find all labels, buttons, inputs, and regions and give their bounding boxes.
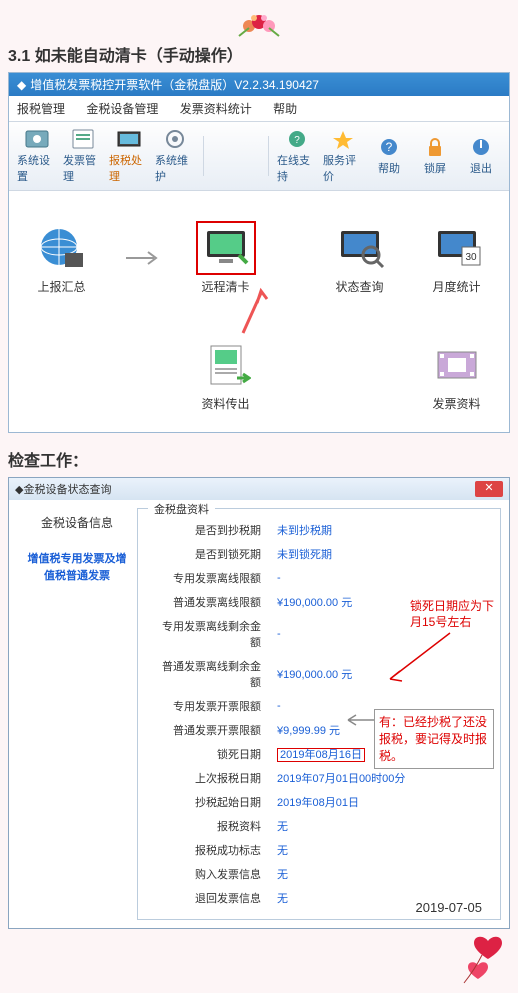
red-arrow-annotation	[13, 285, 505, 335]
callout-annotation: 有：已经抄税了还没报税，要记得及时报税。	[374, 709, 494, 769]
info-row: 是否到抄税期未到抄税期	[150, 519, 409, 541]
info-label: 是否到锁死期	[150, 543, 265, 565]
svg-text:?: ?	[386, 140, 393, 154]
system-maint-button[interactable]: 系统维护	[153, 126, 197, 186]
info-value: 无	[267, 863, 409, 885]
info-label: 报税资料	[150, 815, 265, 837]
info-value: ¥190,000.00 元	[267, 591, 409, 613]
status-query-item[interactable]: 状态查询	[315, 221, 405, 295]
info-row: 抄税起始日期2019年08月01日	[150, 791, 409, 813]
info-row: 是否到锁死期未到锁死期	[150, 543, 409, 565]
device-info-heading: 金税设备信息	[23, 514, 131, 531]
info-label: 上次报税日期	[150, 767, 265, 789]
monitor-clear-icon	[201, 225, 251, 271]
content-area: 上报汇总 远程清卡 状态查询 30 月度统计	[9, 191, 509, 432]
info-label: 锁死日期	[150, 743, 265, 765]
date-stamp: 2019-07-05	[416, 900, 483, 915]
document-export-icon	[201, 342, 251, 388]
app-icon: ◆	[17, 78, 26, 92]
info-panel: 金税盘资料 是否到抄税期未到抄税期是否到锁死期未到锁死期专用发票离线限额-普通发…	[137, 508, 501, 920]
info-label: 是否到抄税期	[150, 519, 265, 541]
film-strip-icon	[432, 342, 482, 388]
info-value: 无	[267, 839, 409, 861]
toolbar: 系统设置 发票管理 报税处理 系统维护 ?在线支持 服务评价 ?帮助 锁屏 退出	[9, 122, 509, 191]
info-row: 锁死日期2019年08月16日	[150, 743, 409, 765]
info-value: 无	[267, 815, 409, 837]
info-row: 普通发票离线限额¥190,000.00 元	[150, 591, 409, 613]
system-settings-button[interactable]: 系统设置	[15, 126, 59, 186]
titlebar: ◆ 增值税发票税控开票软件（金税盘版）V2.2.34.190427	[9, 73, 509, 96]
globe-upload-icon	[37, 225, 87, 271]
calendar-icon: 30	[432, 225, 482, 271]
device-note: 增值税专用发票及增值税普通发票	[23, 551, 131, 584]
section-2-heading: 检查工作：	[8, 447, 510, 471]
info-label: 报税成功标志	[150, 839, 265, 861]
dialog-titlebar: ◆ 金税设备状态查询 ✕	[9, 478, 509, 500]
info-value: 2019年08月01日	[267, 791, 409, 813]
info-label: 普通发票离线剩余金额	[150, 655, 265, 693]
app-title: 增值税发票税控开票软件（金税盘版）V2.2.34.190427	[30, 76, 319, 93]
info-value: 未到抄税期	[267, 519, 409, 541]
lock-date-annotation: 锁死日期应为下 月15号左右	[410, 599, 494, 630]
lock-button[interactable]: 锁屏	[413, 134, 457, 178]
section-1-heading: 3.1 如未能自动清卡（手动操作）	[8, 42, 510, 66]
help-button[interactable]: ?帮助	[367, 134, 411, 178]
grid-label: 资料传出	[201, 395, 249, 412]
info-label: 抄税起始日期	[150, 791, 265, 813]
exit-button[interactable]: 退出	[459, 134, 503, 178]
info-value: -	[267, 567, 409, 589]
grid-label: 发票资料	[432, 395, 480, 412]
info-label: 退回发票信息	[150, 887, 265, 909]
svg-text:30: 30	[465, 252, 477, 263]
info-panel-title: 金税盘资料	[148, 501, 215, 517]
app-window: ◆ 增值税发票税控开票软件（金税盘版）V2.2.34.190427 报税管理 金…	[8, 72, 510, 433]
data-transfer-item[interactable]: 资料传出	[181, 338, 271, 412]
info-row: 购入发票信息无	[150, 863, 409, 885]
info-label: 专用发票离线限额	[150, 567, 265, 589]
remote-clear-item[interactable]: 远程清卡	[181, 221, 271, 295]
tax-process-button[interactable]: 报税处理	[107, 126, 151, 186]
info-row: 普通发票离线剩余金额¥190,000.00 元	[150, 655, 409, 693]
menu-item[interactable]: 报税管理	[17, 102, 65, 116]
info-value: 无	[267, 887, 409, 909]
annotation-arrow-icon	[380, 629, 460, 689]
info-row: 报税成功标志无	[150, 839, 409, 861]
service-rating-button[interactable]: 服务评价	[321, 126, 365, 186]
info-value: 2019年07月01日00时00分	[267, 767, 409, 789]
svg-text:?: ?	[294, 135, 300, 146]
invoice-data-item[interactable]: 发票资料	[412, 338, 502, 412]
menubar: 报税管理 金税设备管理 发票资料统计 帮助	[9, 96, 509, 122]
arrow-decoration	[114, 221, 174, 295]
status-dialog: ◆ 金税设备状态查询 ✕ 金税设备信息 增值税专用发票及增值税普通发票 金税盘资…	[8, 477, 510, 929]
close-button[interactable]: ✕	[475, 481, 503, 497]
info-label: 专用发票离线剩余金额	[150, 615, 265, 653]
menu-item[interactable]: 金税设备管理	[86, 102, 158, 116]
info-row: 专用发票离线剩余金额-	[150, 615, 409, 653]
info-row: 上次报税日期2019年07月01日00时00分	[150, 767, 409, 789]
info-label: 普通发票离线限额	[150, 591, 265, 613]
menu-item[interactable]: 发票资料统计	[180, 102, 252, 116]
info-label: 专用发票开票限额	[150, 695, 265, 717]
flower-decoration	[229, 8, 289, 38]
info-row: 专用发票离线限额-	[150, 567, 409, 589]
monthly-stats-item[interactable]: 30 月度统计	[412, 221, 502, 295]
info-label: 普通发票开票限额	[150, 719, 265, 741]
dialog-left-panel: 金税设备信息 增值税专用发票及增值税普通发票	[17, 508, 137, 920]
info-row: 退回发票信息无	[150, 887, 409, 909]
hearts-decoration	[458, 933, 508, 993]
info-label: 购入发票信息	[150, 863, 265, 885]
dialog-title-text: 金税设备状态查询	[23, 481, 111, 497]
dialog-icon: ◆	[15, 483, 23, 496]
monitor-search-icon	[335, 225, 385, 271]
info-value: 未到锁死期	[267, 543, 409, 565]
online-support-button[interactable]: ?在线支持	[275, 126, 319, 186]
menu-item[interactable]: 帮助	[273, 102, 297, 116]
upload-summary-item[interactable]: 上报汇总	[17, 221, 107, 295]
invoice-mgmt-button[interactable]: 发票管理	[61, 126, 105, 186]
info-row: 报税资料无	[150, 815, 409, 837]
